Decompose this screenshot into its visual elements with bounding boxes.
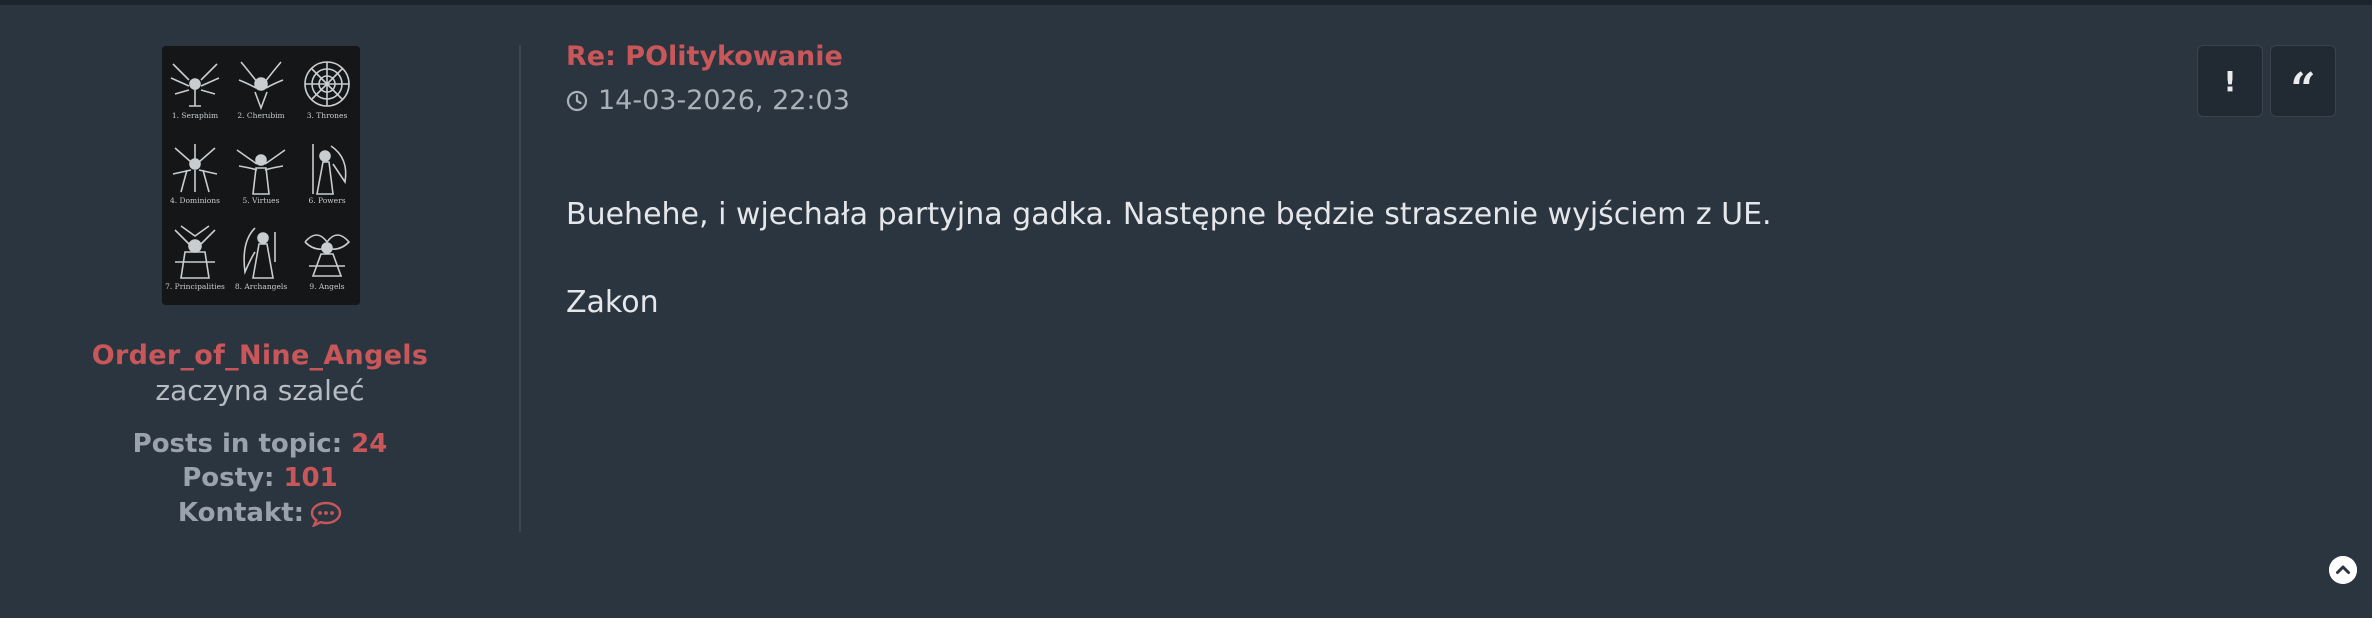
avatar-caption: 5. Virtues	[243, 196, 280, 205]
speech-bubble-icon[interactable]	[310, 501, 342, 534]
post-count-link[interactable]: 101	[283, 463, 337, 493]
username-link[interactable]: Order_of_Nine_Angels	[0, 340, 520, 371]
exclamation-icon: !	[2223, 64, 2237, 98]
report-button[interactable]: !	[2197, 45, 2263, 117]
back-to-top-button[interactable]	[2329, 556, 2357, 584]
avatar-caption: 3. Thrones	[307, 111, 348, 120]
posts-in-topic-stat: Posts in topic: 24	[0, 429, 520, 459]
user-rank: zaczyna szaleć	[155, 374, 365, 407]
avatar-image: 1. Seraphim 2. Cherubim 3. Thrones 4. Do…	[162, 46, 360, 305]
quote-icon: “	[2290, 63, 2316, 115]
avatar-caption: 6. Powers	[308, 196, 345, 205]
post-datetime: 14-03-2026, 22:03	[598, 85, 850, 116]
post-timestamp[interactable]: 14-03-2026, 22:03	[566, 85, 850, 119]
forum-post: 1. Seraphim 2. Cherubim 3. Thrones 4. Do…	[0, 5, 2372, 618]
post-signature: Zakon	[566, 285, 659, 320]
avatar-caption: 4. Dominions	[170, 196, 220, 205]
clock-icon	[566, 88, 588, 119]
post-count-label: Posty:	[182, 463, 275, 493]
post-paragraph: Buehehe, i wjechała partyjna gadka. Nast…	[566, 197, 1772, 232]
chevron-up-circle-icon	[2329, 556, 2357, 584]
avatar-caption: 7. Principalities	[165, 282, 225, 291]
avatar-caption: 1. Seraphim	[172, 111, 218, 120]
avatar-caption: 8. Archangels	[235, 282, 288, 291]
avatar-caption: 9. Angels	[309, 282, 344, 291]
post-count-stat: Posty: 101	[0, 463, 520, 493]
post-content: Buehehe, i wjechała partyjna gadka. Nast…	[566, 171, 1772, 347]
quote-button[interactable]: “	[2270, 45, 2336, 117]
post-title-link[interactable]: Re: POlitykowanie	[566, 41, 843, 72]
posts-in-topic-link[interactable]: 24	[351, 429, 387, 459]
profile-divider	[519, 45, 521, 532]
avatar[interactable]: 1. Seraphim 2. Cherubim 3. Thrones 4. Do…	[162, 46, 360, 305]
posts-in-topic-label: Posts in topic:	[132, 429, 343, 459]
avatar-caption: 2. Cherubim	[237, 111, 284, 120]
contact-stat: Kontakt:	[0, 498, 520, 534]
contact-label: Kontakt:	[177, 498, 305, 528]
